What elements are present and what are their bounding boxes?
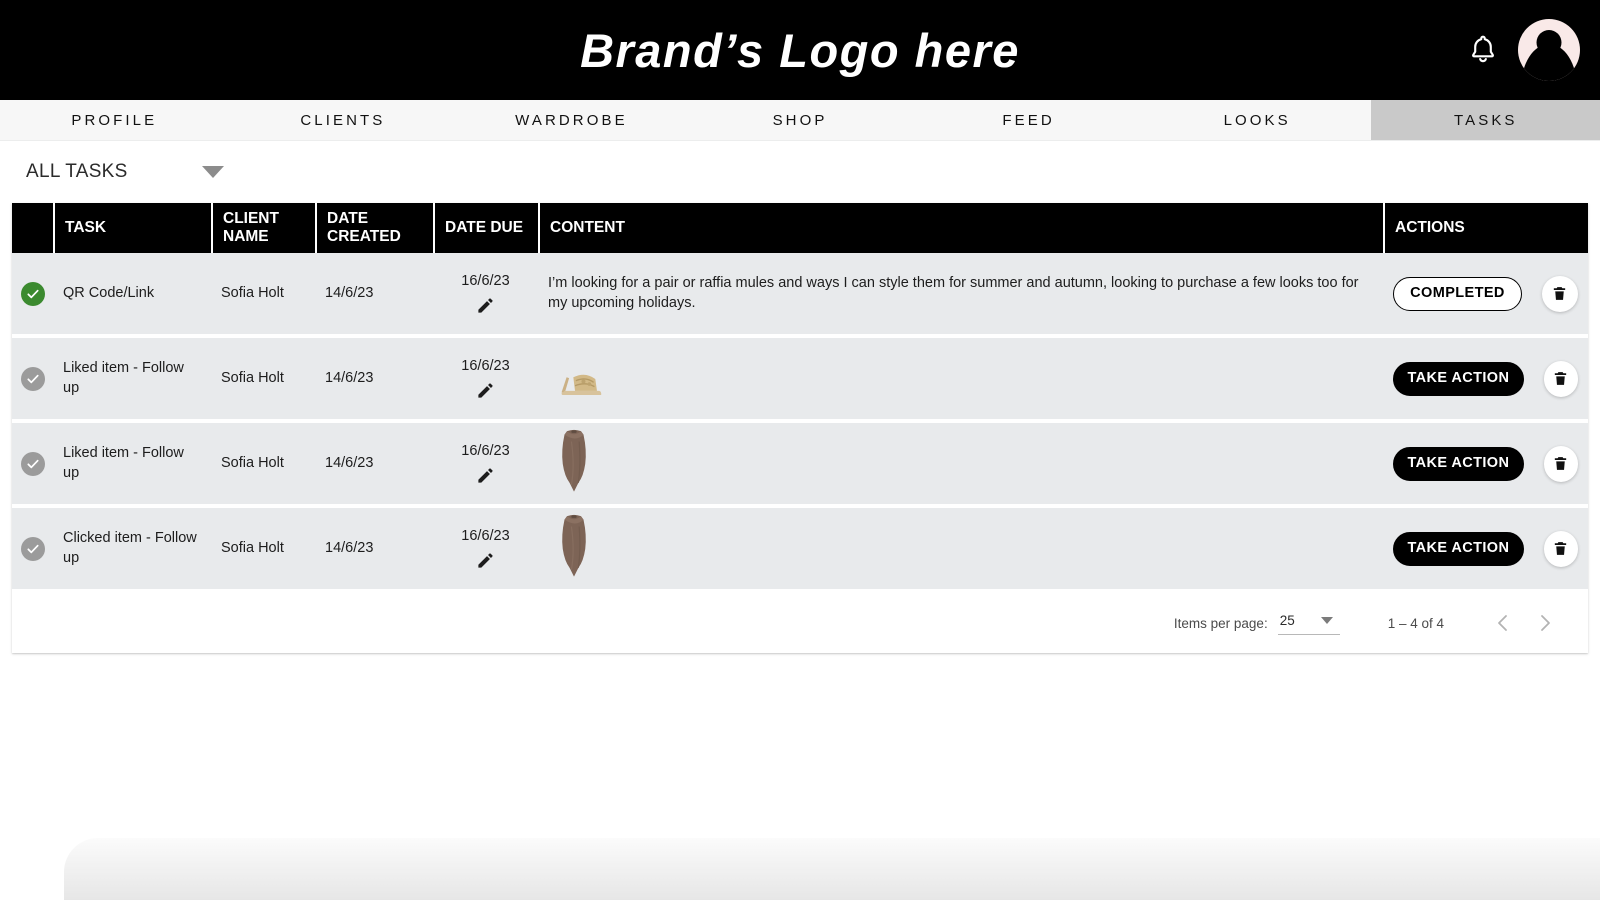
nav-item-feed[interactable]: FEED [914, 100, 1143, 140]
brand-logo: Brand’s Logo here [580, 23, 1020, 77]
bell-icon[interactable] [1466, 32, 1500, 68]
nav-item-looks[interactable]: LOOKS [1143, 100, 1372, 140]
take-action-button[interactable]: TAKE ACTION [1393, 361, 1524, 396]
row-date-created: 14/6/23 [325, 369, 374, 386]
row-actions-cell: TAKE ACTION [1383, 338, 1588, 419]
previous-page-button[interactable] [1482, 602, 1524, 644]
row-actions-cell: TAKE ACTION [1383, 508, 1588, 589]
page-bottom-sheen [64, 838, 1600, 900]
row-date-due-cell: 16/6/23 [433, 508, 538, 589]
product-thumbnail-bodysuit[interactable] [548, 511, 600, 587]
row-actions-cell: TAKE ACTION [1383, 423, 1588, 504]
next-page-button[interactable] [1524, 602, 1566, 644]
row-status-cell [12, 338, 53, 419]
row-content-text: I’m looking for a pair or raffia mules a… [548, 275, 1359, 311]
take-action-button[interactable]: TAKE ACTION [1393, 531, 1524, 566]
row-content-cell [538, 338, 1383, 419]
row-date-due: 16/6/23 [461, 273, 510, 290]
nav-item-tasks[interactable]: TASKS [1371, 100, 1600, 140]
column-header-client-name: CLIENT NAME [211, 203, 315, 253]
row-date-due: 16/6/23 [461, 443, 510, 460]
pencil-icon[interactable] [476, 381, 495, 400]
items-per-page-value: 25 [1279, 613, 1295, 628]
row-client-name: Sofia Holt [221, 454, 284, 471]
row-client-name: Sofia Holt [221, 539, 284, 556]
nav-item-wardrobe[interactable]: WARDROBE [457, 100, 686, 140]
row-status-cell [12, 508, 53, 589]
task-filter-row: ALL TASKS [0, 141, 1600, 203]
table-row: Clicked item - Follow up Sofia Holt 14/6… [12, 508, 1588, 593]
items-per-page-select[interactable]: 25 [1277, 611, 1340, 635]
brand-header: Brand’s Logo here [0, 0, 1600, 100]
row-status-cell [12, 423, 53, 504]
avatar[interactable] [1518, 19, 1580, 81]
column-header-date-due: DATE DUE [433, 203, 538, 253]
status-check-icon[interactable] [20, 281, 45, 306]
column-header-date-created: DATE CREATED [315, 203, 433, 253]
items-per-page-label: Items per page: [1173, 615, 1268, 631]
nav-item-profile[interactable]: PROFILE [0, 100, 229, 140]
row-date-due: 16/6/23 [461, 358, 510, 375]
header-icon-group [1466, 0, 1580, 100]
pencil-icon[interactable] [476, 296, 495, 315]
row-client-name: Sofia Holt [221, 369, 284, 386]
chevron-down-icon [1320, 617, 1333, 624]
status-check-icon[interactable] [20, 536, 45, 561]
row-content-cell [538, 423, 1383, 504]
row-task-name: Liked item - Follow up [63, 360, 184, 396]
tasks-table: TASK CLIENT NAME DATE CREATED DATE DUE C… [12, 203, 1588, 653]
row-date-created: 14/6/23 [325, 454, 374, 471]
row-date-due-cell: 16/6/23 [433, 423, 538, 504]
row-task-name: Liked item - Follow up [63, 445, 184, 481]
column-header-content: CONTENT [538, 203, 1383, 253]
nav-item-clients[interactable]: CLIENTS [229, 100, 458, 140]
row-task-name: QR Code/Link [63, 284, 155, 301]
row-content-cell [538, 508, 1383, 589]
completed-button[interactable]: COMPLETED [1393, 276, 1522, 311]
row-client-name: Sofia Holt [221, 284, 284, 301]
delete-task-button[interactable] [1541, 275, 1578, 312]
table-paginator: Items per page: 25 1 – 4 of 4 [12, 593, 1588, 653]
pencil-icon[interactable] [476, 551, 495, 570]
pagination-range-label: 1 – 4 of 4 [1387, 615, 1444, 631]
row-date-created: 14/6/23 [325, 539, 374, 556]
status-check-icon[interactable] [20, 451, 45, 476]
row-date-due: 16/6/23 [461, 528, 510, 545]
delete-task-button[interactable] [1543, 530, 1578, 567]
table-row: Liked item - Follow up Sofia Holt 14/6/2… [12, 423, 1588, 508]
row-task-name: Clicked item - Follow up [63, 530, 197, 566]
row-actions-cell: COMPLETED [1383, 253, 1588, 334]
column-header-actions: ACTIONS [1383, 203, 1588, 253]
main-navigation: PROFILE CLIENTS WARDROBE SHOP FEED LOOKS… [0, 100, 1600, 141]
take-action-button[interactable]: TAKE ACTION [1393, 446, 1524, 481]
chevron-down-icon[interactable] [201, 166, 224, 178]
delete-task-button[interactable] [1543, 445, 1578, 482]
row-status-cell [12, 253, 53, 334]
column-header-status [12, 203, 53, 253]
product-thumbnail-raffia-mule[interactable] [548, 351, 624, 407]
nav-item-shop[interactable]: SHOP [686, 100, 915, 140]
row-content-cell: I’m looking for a pair or raffia mules a… [538, 253, 1383, 334]
delete-task-button[interactable] [1543, 360, 1578, 397]
pencil-icon[interactable] [476, 466, 495, 485]
avatar-body-shape [1521, 44, 1577, 81]
task-filter-label[interactable]: ALL TASKS [26, 161, 128, 183]
table-row: Liked item - Follow up Sofia Holt 14/6/2… [12, 338, 1588, 423]
row-date-due-cell: 16/6/23 [433, 253, 538, 334]
row-date-created: 14/6/23 [325, 284, 374, 301]
table-header-row: TASK CLIENT NAME DATE CREATED DATE DUE C… [12, 203, 1588, 253]
product-thumbnail-bodysuit[interactable] [548, 426, 600, 502]
table-row: QR Code/Link Sofia Holt 14/6/23 16/6/23 … [12, 253, 1588, 338]
row-date-due-cell: 16/6/23 [433, 338, 538, 419]
status-check-icon[interactable] [20, 366, 45, 391]
column-header-task: TASK [53, 203, 211, 253]
